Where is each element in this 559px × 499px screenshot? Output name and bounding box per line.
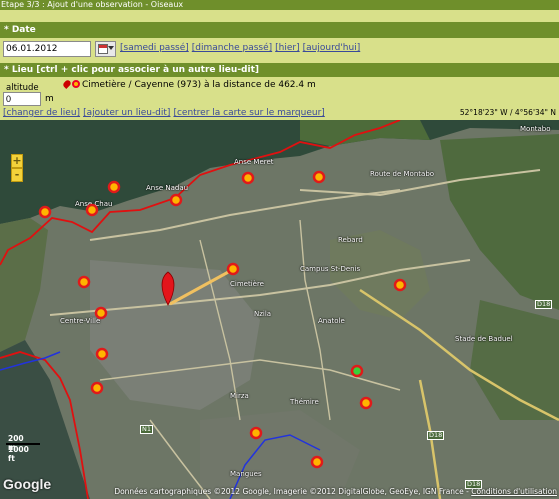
last-saturday-link[interactable]: [samedi passé] — [120, 43, 189, 53]
observation-marker[interactable] — [359, 396, 373, 410]
zoom-in-button[interactable]: + — [11, 154, 23, 168]
altitude-unit: m — [45, 94, 54, 104]
observation-marker[interactable] — [312, 170, 326, 184]
yesterday-link[interactable]: [hier] — [275, 43, 299, 53]
lieu-panel: altitude Cimetière / Cayenne (973) à la … — [0, 77, 559, 120]
google-logo[interactable]: Google — [3, 476, 51, 492]
observation-marker[interactable] — [249, 426, 263, 440]
step-title: Etape 3/3 : Ajout d'une observation - Oi… — [0, 0, 559, 10]
observation-marker[interactable] — [77, 275, 91, 289]
calendar-button[interactable] — [95, 41, 116, 57]
scale-feet: 1000 ft — [8, 445, 29, 463]
attribution-text: Données cartographiques ©2012 Google, Im… — [114, 487, 472, 496]
observation-marker[interactable] — [107, 180, 121, 194]
observation-marker[interactable] — [38, 205, 52, 219]
change-place-link[interactable]: [changer de lieu] — [3, 108, 80, 118]
selected-location-pin[interactable] — [161, 271, 175, 306]
coordinates-readout: 52°18'23" W / 4°56'34" N — [459, 108, 556, 117]
observation-marker[interactable] — [226, 262, 240, 276]
add-place-link[interactable]: [ajouter un lieu-dit] — [83, 108, 170, 118]
red-pin-icon — [62, 79, 72, 89]
observation-marker[interactable] — [94, 306, 108, 320]
lieu-section-header: * Lieu [ctrl + clic pour associer à un a… — [0, 63, 559, 77]
marker-layer — [38, 170, 407, 469]
date-shortcut-links: [samedi passé] [dimanche passé] [hier] [auj… — [120, 43, 363, 53]
satellite-map[interactable]: Anse Meret Anse Nadau Anse Chau Route de… — [0, 120, 559, 499]
altitude-input[interactable] — [3, 92, 41, 106]
observation-marker[interactable] — [169, 193, 183, 207]
selected-place: Cimetière / Cayenne (973) à la distance … — [62, 79, 316, 90]
observation-marker[interactable] — [85, 203, 99, 217]
map-attribution: Données cartographiques ©2012 Google, Im… — [114, 487, 557, 496]
lieu-links: [changer de lieu] [ajouter un lieu-dit] [c… — [3, 108, 328, 118]
last-sunday-link[interactable]: [dimanche passé] — [192, 43, 272, 53]
observation-marker[interactable] — [393, 278, 407, 292]
date-section-header: * Date — [0, 22, 559, 38]
calendar-icon — [98, 44, 108, 54]
observation-marker-green[interactable] — [350, 364, 364, 378]
date-input[interactable] — [3, 41, 91, 57]
observation-marker[interactable] — [90, 381, 104, 395]
center-map-link[interactable]: [centrer la carte sur le marqueur] — [173, 108, 324, 118]
place-text: Cimetière / Cayenne (973) à la distance … — [82, 80, 316, 90]
today-link[interactable]: [aujourd'hui] — [303, 43, 361, 53]
terms-of-use-link[interactable]: Conditions d'utilisation — [471, 487, 557, 496]
observation-marker[interactable] — [241, 171, 255, 185]
observation-marker[interactable] — [310, 455, 324, 469]
date-panel: [samedi passé][dimanche passé][hier] [auj… — [0, 38, 559, 63]
observation-marker[interactable] — [95, 347, 109, 361]
chevron-down-icon — [108, 46, 114, 50]
zoom-out-button[interactable]: - — [11, 168, 23, 182]
place-marker-icon — [72, 80, 80, 88]
